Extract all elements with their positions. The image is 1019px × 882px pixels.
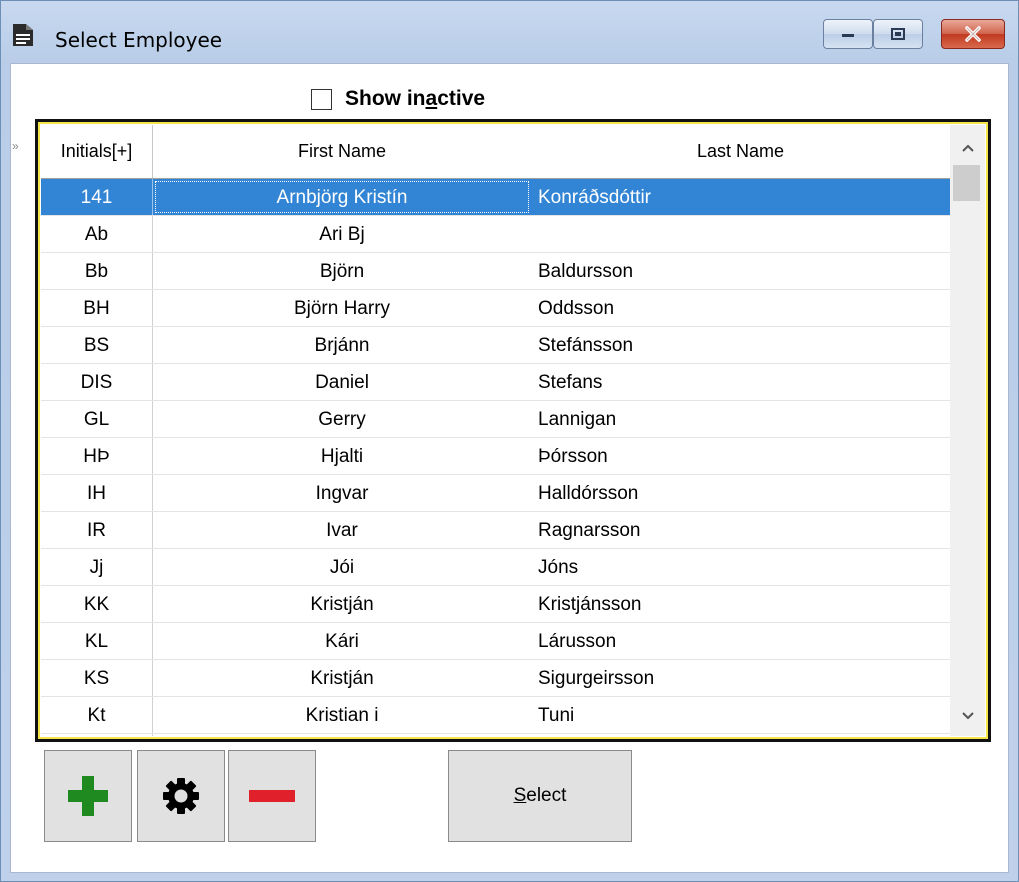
remove-employee-button[interactable]	[228, 750, 316, 842]
table-row[interactable]: DIS Daniel Stefans	[41, 364, 950, 401]
dialog-client-area: Show inactive » Initials[+] First Name L…	[10, 63, 1009, 873]
cell-last-name[interactable]: Baldursson	[538, 253, 950, 289]
show-inactive-checkbox[interactable]	[311, 88, 332, 110]
cell-first-name[interactable]: Kristján	[153, 660, 531, 696]
cell-last-name[interactable]: Ragnarsson	[538, 512, 950, 548]
table-row[interactable]: IH Ingvar Halldórsson	[41, 475, 950, 512]
close-icon	[965, 26, 981, 42]
table-row[interactable]: Bb Björn Baldursson	[41, 253, 950, 290]
cell-last-name[interactable]: Þórsson	[538, 438, 950, 474]
grid-rows: 141 Arnbjörg Kristín Konráðsdóttir Ab Ari Bj…	[41, 179, 950, 736]
cell-initials[interactable]: IH	[41, 475, 153, 511]
cell-first-name[interactable]: Kári	[153, 623, 531, 659]
cell-first-name[interactable]: Daniel	[153, 364, 531, 400]
cell-last-name[interactable]: Jóns	[538, 549, 950, 585]
cell-initials[interactable]: Ab	[41, 216, 153, 252]
cell-first-name[interactable]: Ari Bj	[153, 216, 531, 252]
chevron-up-icon	[961, 144, 974, 152]
table-row[interactable]: BS Brjánn Stefánsson	[41, 327, 950, 364]
table-row[interactable]: 141 Arnbjörg Kristín Konráðsdóttir	[41, 179, 950, 216]
cell-last-name[interactable]: Lárusson	[538, 623, 950, 659]
cell-initials[interactable]: Bb	[41, 253, 153, 289]
cell-first-name[interactable]: Björn	[153, 253, 531, 289]
cell-last-name[interactable]: Sigurgeirsson	[538, 660, 950, 696]
cell-initials[interactable]: LL	[41, 734, 153, 736]
cell-first-name[interactable]: Lárus	[153, 734, 531, 736]
cell-initials[interactable]: KK	[41, 586, 153, 622]
cell-last-name[interactable]: Oddsson	[538, 290, 950, 326]
minimize-icon	[842, 34, 854, 37]
scroll-up-button[interactable]	[950, 133, 985, 163]
cell-first-name[interactable]: Arnbjörg Kristín	[153, 179, 531, 215]
cell-initials[interactable]: BH	[41, 290, 153, 326]
cell-first-name[interactable]: Björn Harry	[153, 290, 531, 326]
table-row[interactable]: LLLárus Lárusson	[41, 734, 950, 736]
cell-first-name[interactable]: Ingvar	[153, 475, 531, 511]
table-row[interactable]: GL Gerry Lannigan	[41, 401, 950, 438]
employee-grid: Initials[+] First Name Last Name 141 Arnb…	[35, 119, 991, 742]
cell-initials[interactable]: 141	[41, 179, 153, 215]
expand-chevron-icon[interactable]: »	[12, 139, 19, 153]
title-bar[interactable]: Select Employee	[1, 1, 1018, 63]
grid-header: Initials[+] First Name Last Name	[41, 125, 950, 179]
table-row[interactable]: Kt Kristian i Tuni	[41, 697, 950, 734]
plus-icon	[68, 776, 108, 816]
add-employee-button[interactable]	[44, 750, 132, 842]
cell-last-name[interactable]: Stefánsson	[538, 327, 950, 363]
select-employee-window: Select Employee Show inactive » Initials…	[0, 0, 1019, 882]
cell-last-name[interactable]: Konráðsdóttir	[538, 179, 950, 215]
table-row[interactable]: BH Björn Harry Oddsson	[41, 290, 950, 327]
show-inactive-label: Show inactive	[345, 87, 486, 110]
cell-initials[interactable]: BS	[41, 327, 153, 363]
grid-viewport: Initials[+] First Name Last Name 141 Arnb…	[41, 125, 985, 736]
scroll-down-button[interactable]	[950, 701, 985, 731]
edit-employee-button[interactable]	[137, 750, 225, 842]
cell-last-name[interactable]	[538, 216, 950, 252]
table-row[interactable]: Ab Ari Bj	[41, 216, 950, 253]
cell-last-name[interactable]: Halldórsson	[538, 475, 950, 511]
cell-first-name[interactable]: Kristján	[153, 586, 531, 622]
cell-initials[interactable]: Jj	[41, 549, 153, 585]
cell-first-name[interactable]: Hjalti	[153, 438, 531, 474]
document-icon	[13, 24, 33, 46]
table-row[interactable]: KL Kári Lárusson	[41, 623, 950, 660]
window-title: Select Employee	[55, 28, 223, 52]
cell-initials[interactable]: GL	[41, 401, 153, 437]
maximize-icon	[891, 28, 905, 40]
cell-initials[interactable]: DIS	[41, 364, 153, 400]
cell-initials[interactable]: IR	[41, 512, 153, 548]
minus-icon	[249, 790, 295, 802]
gear-icon	[163, 778, 199, 814]
column-header-last-name[interactable]: Last Name	[531, 125, 950, 178]
cell-first-name[interactable]: Ivar	[153, 512, 531, 548]
cell-first-name[interactable]: Brjánn	[153, 327, 531, 363]
table-row[interactable]: KK Kristján Kristjánsson	[41, 586, 950, 623]
cell-last-name[interactable]: Tuni	[538, 697, 950, 733]
table-row[interactable]: IR Ivar Ragnarsson	[41, 512, 950, 549]
cell-first-name[interactable]: Jói	[153, 549, 531, 585]
cell-first-name[interactable]: Kristian i	[153, 697, 531, 733]
table-row[interactable]: KS Kristján Sigurgeirsson	[41, 660, 950, 697]
column-header-first-name[interactable]: First Name	[153, 125, 531, 178]
cell-last-name[interactable]: Lárusson	[538, 734, 950, 736]
scroll-thumb[interactable]	[953, 165, 980, 201]
chevron-down-icon	[961, 712, 974, 720]
cell-last-name[interactable]: Stefans	[538, 364, 950, 400]
cell-last-name[interactable]: Kristjánsson	[538, 586, 950, 622]
cell-initials[interactable]: Kt	[41, 697, 153, 733]
cell-first-name[interactable]: Gerry	[153, 401, 531, 437]
vertical-scrollbar[interactable]	[950, 125, 985, 736]
cell-initials[interactable]: HÞ	[41, 438, 153, 474]
table-row[interactable]: Jj Jói Jóns	[41, 549, 950, 586]
cell-initials[interactable]: KL	[41, 623, 153, 659]
maximize-button[interactable]	[873, 19, 923, 49]
show-inactive-toggle[interactable]: Show inactive	[311, 86, 485, 112]
select-button[interactable]: Select	[448, 750, 632, 842]
table-row[interactable]: HÞ Hjalti Þórsson	[41, 438, 950, 475]
minimize-button[interactable]	[823, 19, 873, 49]
column-header-initials[interactable]: Initials[+]	[41, 125, 153, 178]
cell-last-name[interactable]: Lannigan	[538, 401, 950, 437]
close-button[interactable]	[941, 19, 1005, 49]
cell-initials[interactable]: KS	[41, 660, 153, 696]
